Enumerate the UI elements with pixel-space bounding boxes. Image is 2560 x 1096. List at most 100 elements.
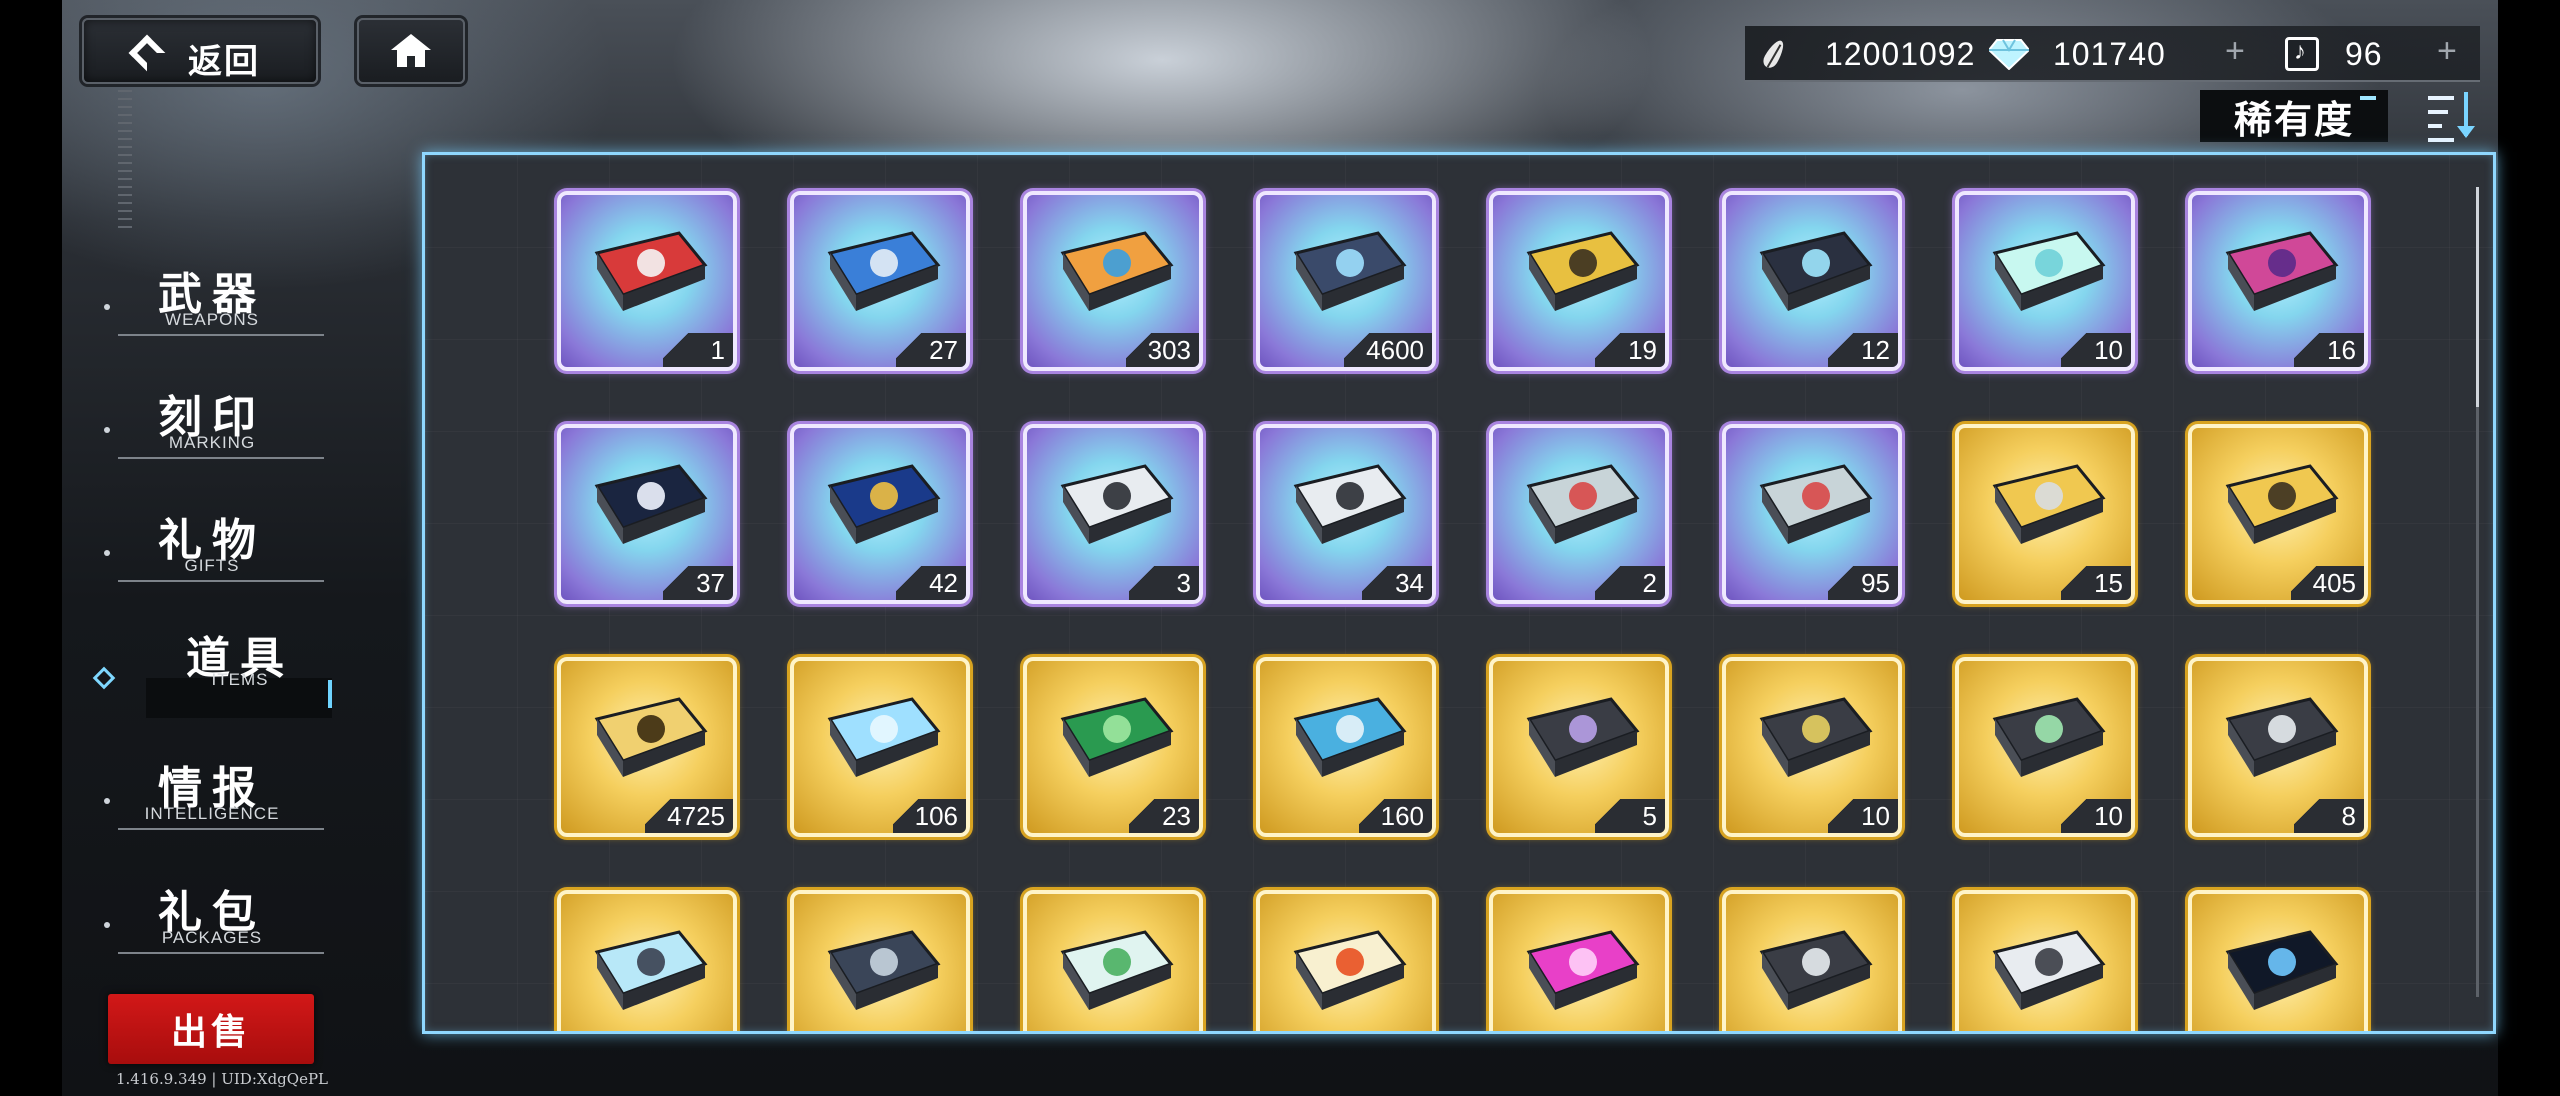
item-quantity: 27 [896,333,966,367]
inventory-item[interactable]: 12 [1722,191,1902,371]
inventory-item[interactable]: 160 [1256,657,1436,837]
inventory-item[interactable] [557,890,737,1031]
inventory-item[interactable]: 27 [790,191,970,371]
nav-divider [118,580,324,582]
letterbox-right [2498,0,2560,1096]
dark-cube-icon [2214,912,2346,1030]
inventory-item[interactable] [790,890,970,1031]
rarity-sort-button[interactable]: 稀有度 [2200,90,2388,142]
item-quantity: 4725 [645,799,733,833]
currency-feather: 12001092 [1759,34,1975,74]
inventory-item[interactable] [1955,890,2135,1031]
add-diamond-button[interactable]: + [2225,32,2245,71]
item-quantity: 3 [1129,566,1199,600]
feather-icon [1759,39,1789,69]
home-button[interactable] [357,18,465,84]
sprout-orb-icon [1049,912,1181,1030]
inventory-item[interactable]: 15 [1955,424,2135,604]
gold-card-device-icon [1981,446,2113,564]
item-quantity: 12 [1828,333,1898,367]
permit-ticket-icon [583,446,715,564]
item-quantity: 405 [2290,566,2364,600]
nav-dot [104,922,110,928]
nav-item-intelligence[interactable]: 情报 INTELLIGENCE [104,748,328,832]
item-quantity: 106 [892,799,966,833]
inventory-item[interactable] [2188,890,2368,1031]
nav-dot [104,798,110,804]
nav-active-bar [328,680,332,708]
scrollbar-thumb[interactable] [2476,187,2479,407]
item-quantity: 10 [2061,799,2131,833]
inventory-item[interactable]: 10 [1955,657,2135,837]
home-icon [391,34,431,68]
item-quantity: 23 [1129,799,1199,833]
nav-label-en: GIFTS [184,556,240,575]
inventory-item[interactable] [1722,890,1902,1031]
nav-item-marking[interactable]: 刻印 MARKING [104,377,328,461]
pink-energy-icon [1515,912,1647,1030]
inventory-item[interactable] [1256,890,1436,1031]
currency-bar: 12001092 101740 + 96 + [1745,26,2480,82]
back-button[interactable]: 返回 [82,18,318,84]
blue-card-device-icon [816,213,948,331]
inventory-item[interactable]: 1 [557,191,737,371]
inventory-item[interactable]: 37 [557,424,737,604]
bottle-icon [583,912,715,1030]
nav-label-en: MARKING [168,433,256,452]
add-ticket-button[interactable]: + [2437,32,2457,71]
inventory-item[interactable] [1023,890,1203,1031]
nav-divider [118,828,324,830]
diamond-icon [1987,38,2031,71]
item-quantity: 42 [896,566,966,600]
rarity-indicator [2360,96,2376,100]
inventory-item[interactable]: 4600 [1256,191,1436,371]
nav-label-en: PACKAGES [161,928,263,947]
feather-amount: 12001092 [1825,35,1976,72]
inventory-item[interactable]: 3 [1023,424,1203,604]
inventory-item[interactable]: 2 [1489,424,1669,604]
inventory-item[interactable] [1489,890,1669,1031]
inventory-item[interactable]: 8 [2188,657,2368,837]
nav-item-items[interactable]: 道具 ITEMS [92,618,332,718]
compass-map-icon [1282,213,1414,331]
item-quantity: 8 [2294,799,2364,833]
nav-item-weapons[interactable]: 武器 WEAPONS [104,254,328,338]
purple-module-icon [1515,679,1647,797]
nav-label-en: ITEMS [211,670,269,689]
nav-dot [104,550,110,556]
ore-rock-icon [816,912,948,1030]
inventory-item[interactable]: 4725 [557,657,737,837]
crystal-apple-icon [1981,213,2113,331]
nav-label-en: WEAPONS [165,310,259,329]
item-quantity: 37 [663,566,733,600]
currency-ticket: 96 [2285,34,2383,74]
target-ticket-icon [1282,446,1414,564]
gold-rune-coin-icon [1515,213,1647,331]
gadget-icon [1981,912,2113,1030]
transfer-ticket-icon [816,446,948,564]
inventory-item[interactable]: 16 [2188,191,2368,371]
sell-button[interactable]: 出售 [108,994,314,1064]
green-module-icon [1981,679,2113,797]
inventory-item[interactable]: 34 [1256,424,1436,604]
test-tube-icon [1282,912,1414,1030]
inventory-item[interactable]: 10 [1722,657,1902,837]
item-quantity: 1 [663,333,733,367]
inventory-panel[interactable]: 1 27 303 4600 19 12 10 16 37 42 3 34 2 95 15 405 4725 106… [422,152,2496,1034]
inventory-item[interactable]: 42 [790,424,970,604]
inventory-item[interactable]: 23 [1023,657,1203,837]
inventory-item[interactable]: 19 [1489,191,1669,371]
sort-descending-icon[interactable] [2426,92,2480,144]
inventory-item[interactable]: 5 [1489,657,1669,837]
inventory-item[interactable]: 95 [1722,424,1902,604]
inventory-item[interactable]: 106 [790,657,970,837]
inventory-item[interactable]: 303 [1023,191,1203,371]
item-quantity: 10 [1828,799,1898,833]
gold-compass-map-icon [583,679,715,797]
nav-item-gifts[interactable]: 礼物 GIFTS [104,500,328,584]
inventory-item[interactable]: 10 [1955,191,2135,371]
item-quantity: 16 [2294,333,2364,367]
inventory-item[interactable]: 405 [2188,424,2368,604]
nav-item-packages[interactable]: 礼包 PACKAGES [104,872,328,956]
gold-chip-icon [2214,446,2346,564]
